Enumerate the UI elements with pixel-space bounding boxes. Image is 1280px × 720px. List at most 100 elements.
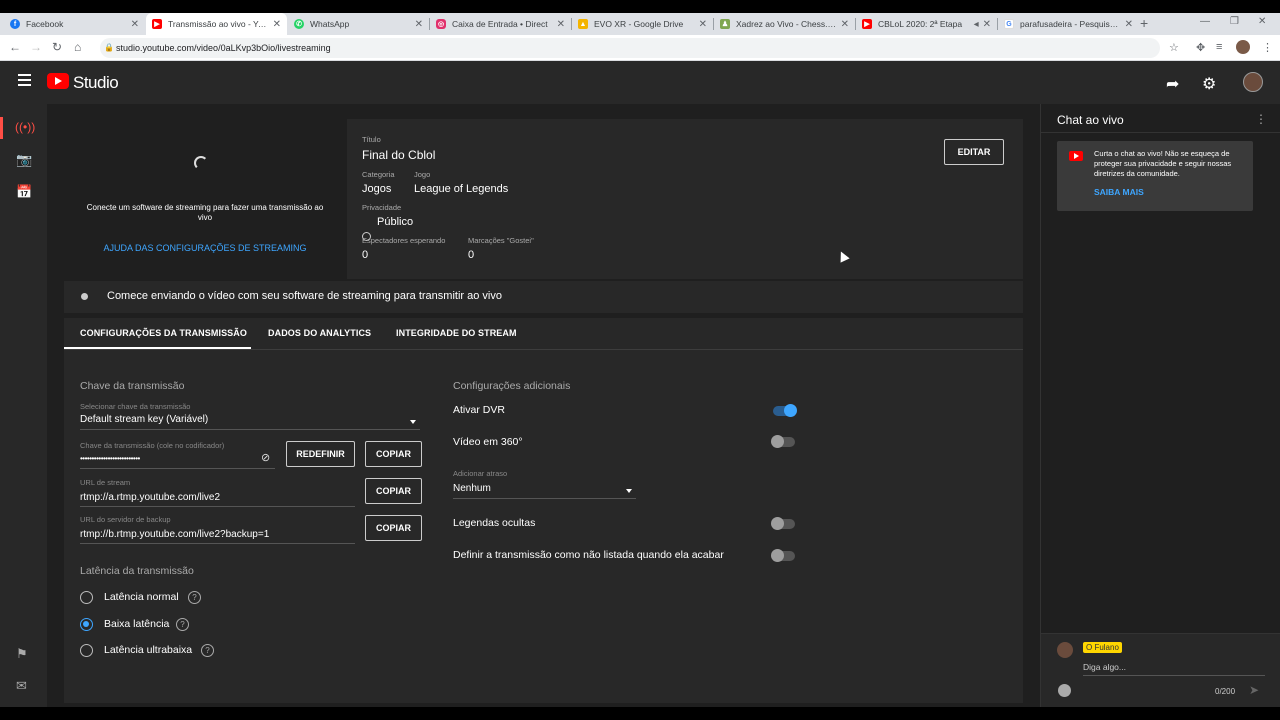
status-indicator <box>81 293 88 300</box>
delay-label: Adicionar atraso <box>453 469 508 478</box>
chat-welcome-message: Curta o chat ao vivo! Não se esqueça de … <box>1094 149 1232 178</box>
tab-title: parafusadeira - Pesquisa Go <box>1020 19 1121 29</box>
copy-url-button[interactable]: COPIAR <box>365 478 422 504</box>
tab-title: Caixa de Entrada • Direct <box>452 19 548 29</box>
feedback-tool-icon[interactable]: ⚑ <box>16 646 28 662</box>
browser-tab-bar: f Facebook ✕ ▶ Transmissão ao vivo - YouT ✕ … <box>0 13 1280 35</box>
forward-icon[interactable]: → <box>30 40 42 54</box>
dvr-toggle[interactable] <box>773 404 797 417</box>
minimize-icon[interactable]: — <box>1200 16 1210 27</box>
tab-stream-settings[interactable]: CONFIGURAÇÕES DA TRANSMISSÃO <box>80 328 247 338</box>
back-icon[interactable]: ← <box>9 40 21 54</box>
close-tab-icon[interactable]: ✕ <box>699 19 707 30</box>
chevron-down-icon[interactable] <box>626 489 632 493</box>
stream-preview: Conecte um software de streaming para fa… <box>64 119 346 279</box>
whatsapp-icon: ✆ <box>294 19 304 29</box>
tab-analytics[interactable]: DADOS DO ANALYTICS <box>268 328 371 338</box>
calendar-icon[interactable]: 📅 <box>16 184 32 200</box>
video360-label: Vídeo em 360° <box>453 436 523 448</box>
extensions-icon[interactable]: ✥ <box>1196 41 1205 54</box>
copy-backup-url-button[interactable]: COPIAR <box>365 515 422 541</box>
close-tab-icon[interactable]: ✕ <box>983 19 991 30</box>
media-control-icon[interactable]: ≡ <box>1216 41 1222 53</box>
help-icon[interactable]: ? <box>188 591 201 604</box>
reset-key-button[interactable]: REDEFINIR <box>286 441 355 467</box>
edit-button[interactable]: EDITAR <box>944 139 1004 165</box>
camera-icon[interactable]: 📷 <box>16 152 32 168</box>
title-value: Final do Cblol <box>362 148 436 162</box>
learn-more-link[interactable]: SAIBA MAIS <box>1094 187 1144 197</box>
latency-ultralow-radio[interactable] <box>80 644 93 657</box>
send-icon[interactable]: ➤ <box>1249 683 1259 697</box>
new-tab-button[interactable]: + <box>1140 15 1148 31</box>
studio-logo-text[interactable]: Studio <box>73 73 119 93</box>
youtube-icon: ▶ <box>152 19 162 29</box>
visibility-off-icon[interactable]: ⊘ <box>261 451 270 464</box>
address-bar[interactable]: 🔒 studio.youtube.com/video/0aLKvp3bOio/li… <box>100 38 1160 58</box>
latency-normal-label[interactable]: Latência normal <box>104 591 179 603</box>
stream-url-field[interactable]: rtmp://a.rtmp.youtube.com/live2 <box>80 492 220 503</box>
browser-tab-whatsapp[interactable]: ✆ WhatsApp ✕ <box>288 13 429 35</box>
menu-icon[interactable] <box>18 74 31 86</box>
chat-message-input[interactable]: Diga algo... <box>1083 662 1126 672</box>
latency-low-radio[interactable] <box>80 618 93 631</box>
browser-tab-google-search[interactable]: Gparafusadeira - Pesquisa Go ✕ <box>998 13 1139 35</box>
chat-input-area: O Fulano Diga algo... 0/200 ➤ <box>1041 633 1280 707</box>
browser-tab-google-drive[interactable]: ▲ EVO XR - Google Drive ✕ <box>572 13 713 35</box>
youtube-icon: ▶ <box>862 19 872 29</box>
close-tab-icon[interactable]: ✕ <box>131 19 139 30</box>
tab-title: Xadrez ao Vivo - Chess.com <box>736 19 837 29</box>
tab-stream-health[interactable]: INTEGRIDADE DO STREAM <box>396 328 517 338</box>
share-icon[interactable]: ➦ <box>1166 74 1179 94</box>
home-icon[interactable]: ⌂ <box>74 40 81 54</box>
speaker-icon: ◂ <box>973 18 979 30</box>
stream-info-panel: Título Final do Cblol Categoria Jogos Jo… <box>347 119 1023 279</box>
close-tab-icon[interactable]: ✕ <box>273 19 281 30</box>
browser-tab-chess[interactable]: ♟ Xadrez ao Vivo - Chess.com ✕ <box>714 13 855 35</box>
close-tab-icon[interactable]: ✕ <box>1125 19 1133 30</box>
stream-status-bar: Comece enviando o vídeo com seu software… <box>64 281 1023 313</box>
gear-icon[interactable]: ⚙ <box>1202 74 1216 94</box>
category-label: Categoria <box>362 170 395 179</box>
browser-tab-instagram[interactable]: ◎ Caixa de Entrada • Direct ✕ <box>430 13 571 35</box>
browser-tab-cblol[interactable]: ▶ CBLoL 2020: 2ª Etapa ◂ ✕ <box>856 13 997 35</box>
close-tab-icon[interactable]: ✕ <box>415 19 423 30</box>
backup-url-field[interactable]: rtmp://b.rtmp.youtube.com/live2?backup=1 <box>80 529 269 540</box>
close-window-icon[interactable]: ✕ <box>1258 16 1266 27</box>
reload-icon[interactable]: ↻ <box>52 40 62 54</box>
browser-window: f Facebook ✕ ▶ Transmissão ao vivo - YouT ✕ … <box>0 13 1280 707</box>
feedback-icon[interactable]: ✉ <box>16 678 27 694</box>
waiting-viewers-value: 0 <box>362 249 369 261</box>
delay-select[interactable]: Nenhum <box>453 483 491 494</box>
stream-key-field[interactable]: •••••••••••••••••••••••••• <box>80 454 140 463</box>
video360-toggle[interactable] <box>771 435 795 448</box>
copy-key-button[interactable]: COPIAR <box>365 441 422 467</box>
account-avatar[interactable] <box>1243 72 1263 92</box>
browser-tab-facebook[interactable]: f Facebook ✕ <box>4 13 145 35</box>
rail-item-stream[interactable]: ((•)) <box>0 117 47 139</box>
latency-low-label[interactable]: Baixa latência <box>104 618 169 630</box>
select-key-label: Selecionar chave da transmissão <box>80 402 191 411</box>
profile-avatar[interactable] <box>1236 40 1250 54</box>
streaming-help-link[interactable]: AJUDA DAS CONFIGURAÇÕES DE STREAMING <box>64 243 346 253</box>
captions-toggle[interactable] <box>771 517 795 530</box>
latency-ultralow-label[interactable]: Latência ultrabaixa <box>104 644 192 656</box>
unlisted-toggle[interactable] <box>771 549 795 562</box>
bookmark-star-icon[interactable]: ☆ <box>1169 41 1179 54</box>
latency-normal-radio[interactable] <box>80 591 93 604</box>
browser-menu-icon[interactable]: ⋮ <box>1262 41 1273 54</box>
youtube-logo-icon[interactable] <box>47 73 69 89</box>
help-icon[interactable]: ? <box>201 644 214 657</box>
chevron-down-icon[interactable] <box>410 420 416 424</box>
emoji-icon[interactable] <box>1058 684 1071 697</box>
game-label: Jogo <box>414 170 431 179</box>
browser-tab-youtube-studio[interactable]: ▶ Transmissão ao vivo - YouT ✕ <box>146 13 287 35</box>
maximize-icon[interactable]: ❐ <box>1230 16 1239 27</box>
close-tab-icon[interactable]: ✕ <box>841 19 849 30</box>
help-icon[interactable]: ? <box>176 618 189 631</box>
tab-title: Transmissão ao vivo - YouT <box>168 19 269 29</box>
more-options-icon[interactable]: ⋮ <box>1255 112 1267 126</box>
close-tab-icon[interactable]: ✕ <box>557 19 565 30</box>
google-icon: G <box>1004 19 1014 29</box>
stream-key-select[interactable]: Default stream key (Variável) <box>80 414 208 425</box>
